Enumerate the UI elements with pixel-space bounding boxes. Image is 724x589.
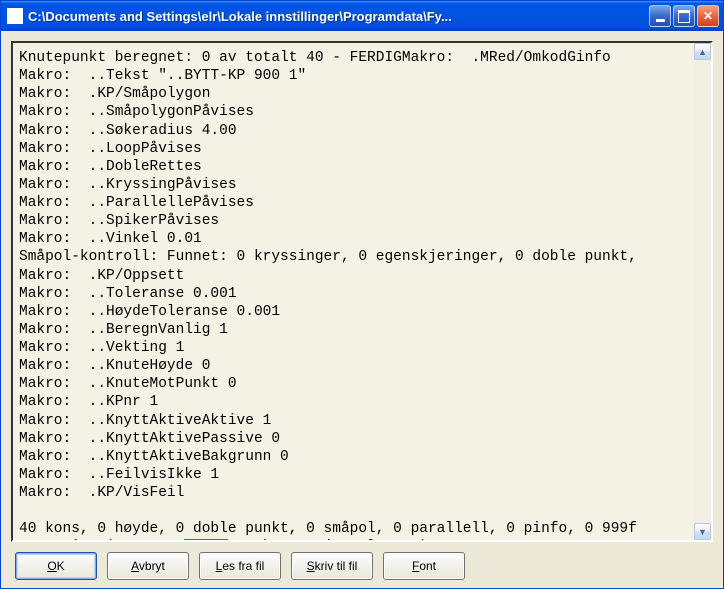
avbryt-button[interactable]: Avbryt (107, 552, 189, 580)
minimize-button[interactable] (649, 5, 671, 27)
font-button[interactable]: Font (383, 552, 465, 580)
app-icon (7, 8, 23, 24)
client-area: Knutepunkt beregnet: 0 av totalt 40 - FE… (1, 31, 723, 588)
ok-accel: O (47, 559, 56, 573)
titlebar[interactable]: C:\Documents and Settings\elr\Lokale inn… (1, 1, 723, 31)
ok-button[interactable]: OK (15, 552, 97, 580)
les-rest: es fra fil (222, 559, 264, 573)
scroll-track[interactable] (694, 60, 711, 523)
ok-rest: K (57, 559, 65, 573)
window-title: C:\Documents and Settings\elr\Lokale inn… (28, 9, 649, 24)
vertical-scrollbar[interactable]: ▲ ▼ (694, 43, 711, 540)
window-controls (649, 5, 719, 27)
les-fra-fil-button[interactable]: Les fra fil (199, 552, 281, 580)
skriv-accel: S (307, 559, 315, 573)
close-button[interactable] (697, 5, 719, 27)
selected-text[interactable]: 12260 (184, 539, 228, 540)
skriv-rest: kriv til fil (315, 559, 358, 573)
log-textarea[interactable]: Knutepunkt beregnet: 0 av totalt 40 - FE… (11, 41, 713, 542)
avbryt-rest: vbryt (139, 559, 165, 573)
scroll-down-button[interactable]: ▼ (694, 523, 711, 540)
maximize-button[interactable] (673, 5, 695, 27)
font-rest: ont (419, 559, 436, 573)
dialog-button-row: OK Avbryt Les fra fil Skriv til fil Font (11, 550, 713, 580)
avbryt-accel: A (131, 559, 139, 573)
window-frame: C:\Documents and Settings\elr\Lokale inn… (0, 0, 724, 589)
scroll-up-button[interactable]: ▲ (694, 43, 711, 60)
log-text-content[interactable]: Knutepunkt beregnet: 0 av totalt 40 - FE… (13, 43, 694, 540)
skriv-til-fil-button[interactable]: Skriv til fil (291, 552, 373, 580)
